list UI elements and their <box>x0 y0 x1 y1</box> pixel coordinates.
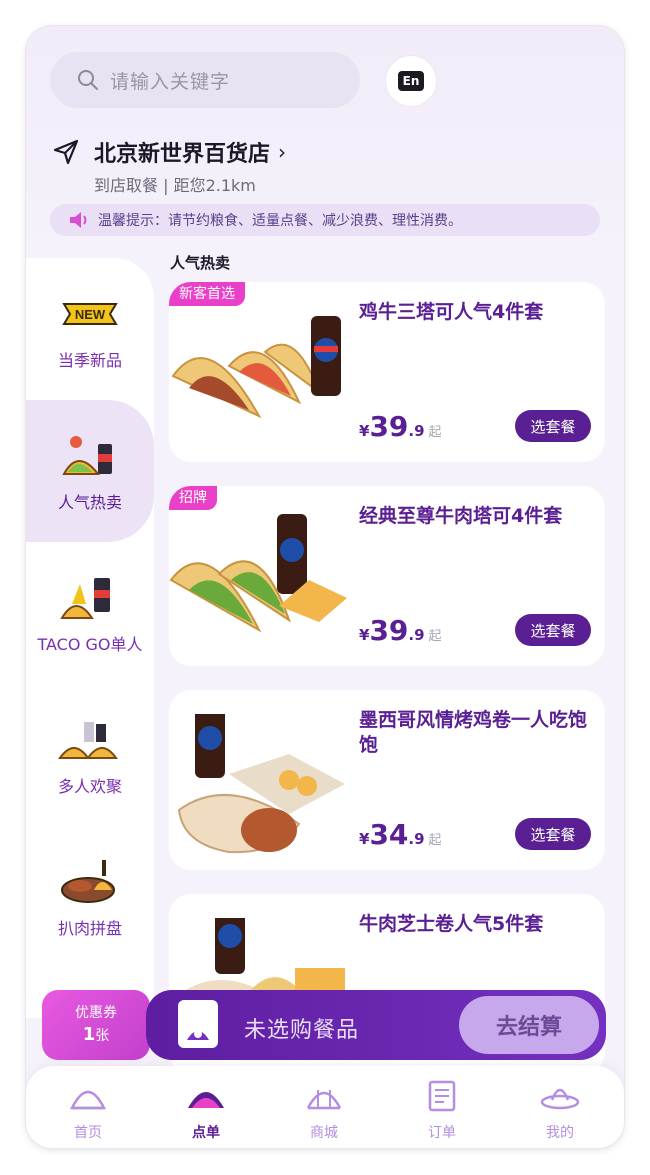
product-card[interactable]: 招牌 经典至尊牛肉塔可4件套 ¥39.9 起 选套餐 <box>169 486 605 666</box>
tab-mall[interactable]: 商城 <box>274 1078 374 1142</box>
grill-plate-icon <box>61 859 115 903</box>
tab-label: 点单 <box>192 1125 220 1141</box>
store-name: 北京新世界百货店 <box>94 142 271 167</box>
checkout-button[interactable]: 去结算 <box>459 996 599 1054</box>
home-taco-icon <box>69 1090 107 1110</box>
bottom-tab-bar: 首页 点单 商城 订单 我的 <box>26 1066 624 1148</box>
tab-orders[interactable]: 订单 <box>392 1078 492 1142</box>
tab-order[interactable]: 点单 <box>156 1078 256 1142</box>
tab-label: 订单 <box>428 1125 456 1141</box>
category-sidebar: NEW 当季新品 人气热卖 TACO GO单人 多人欢聚 扒肉拼盘 <box>26 258 154 1018</box>
group-meal-icon <box>58 721 118 759</box>
sidebar-item-label: 当季新品 <box>57 350 122 370</box>
coupon-button[interactable]: 优惠券 1张 <box>42 990 150 1060</box>
product-tag: 新客首选 <box>169 282 245 306</box>
tab-home[interactable]: 首页 <box>38 1078 138 1142</box>
store-distance: 到店取餐 | 距您2.1km <box>94 176 256 195</box>
product-image <box>169 514 347 633</box>
sombrero-icon <box>540 1088 580 1110</box>
product-title: 经典至尊牛肉塔可4件套 <box>359 505 563 527</box>
new-badge-text: NEW <box>75 307 106 322</box>
store-selector[interactable]: 北京新世界百货店 › <box>52 136 286 168</box>
taco-combo-icon <box>62 435 112 475</box>
tab-label: 首页 <box>74 1125 102 1141</box>
sidebar-item-label: TACO GO单人 <box>37 634 143 654</box>
sidebar-item-popular[interactable]: 人气热卖 <box>26 400 154 542</box>
product-image <box>177 714 345 854</box>
tab-profile[interactable]: 我的 <box>510 1078 610 1142</box>
select-combo-button[interactable]: 选套餐 <box>515 614 591 646</box>
shopping-bag-icon <box>178 1000 218 1048</box>
taco-go-icon <box>60 577 110 619</box>
sidebar-item-new[interactable]: NEW 当季新品 <box>26 258 154 400</box>
product-title: 墨西哥风情烤鸡卷一人吃饱饱 <box>359 709 588 756</box>
chevron-right-icon: › <box>278 140 287 164</box>
tab-label: 我的 <box>546 1125 574 1141</box>
sidebar-item-group[interactable]: 多人欢聚 <box>26 684 154 826</box>
product-price: ¥39.9 起 <box>359 614 442 647</box>
order-taco-icon <box>188 1092 224 1108</box>
cart-status: 未选购餐品 <box>244 1018 360 1043</box>
product-title: 牛肉芝士卷人气5件套 <box>359 913 544 935</box>
select-combo-button[interactable]: 选套餐 <box>515 818 591 850</box>
send-location-icon <box>53 139 79 165</box>
search-placeholder: 请输入关键字 <box>110 70 231 93</box>
product-price: ¥34.9 起 <box>359 818 442 851</box>
section-title: 人气热卖 <box>170 254 231 272</box>
search-icon <box>78 70 98 90</box>
sidebar-item-taco-go[interactable]: TACO GO单人 <box>26 542 154 684</box>
product-title: 鸡牛三塔可人气4件套 <box>359 301 544 323</box>
tab-label: 商城 <box>310 1125 338 1141</box>
sidebar-item-grill[interactable]: 扒肉拼盘 <box>26 826 154 968</box>
sidebar-item-label: 人气热卖 <box>57 492 122 512</box>
app-screen: 请输入关键字 En 北京新世界百货店 › 到店取餐 | 距您2.1km 温馨提示… <box>26 26 624 1148</box>
mall-icon <box>306 1090 342 1110</box>
sidebar-item-label: 多人欢聚 <box>57 776 122 796</box>
select-combo-button[interactable]: 选套餐 <box>515 410 591 442</box>
language-toggle-button[interactable]: En <box>386 56 436 106</box>
speaker-icon <box>70 212 87 228</box>
coupon-label: 优惠券 <box>75 1005 117 1021</box>
notice-bar: 温馨提示：请节约粮食、适量点餐、减少浪费、理性消费。 <box>50 204 600 236</box>
product-card[interactable]: 墨西哥风情烤鸡卷一人吃饱饱 ¥34.9 起 选套餐 <box>169 690 605 870</box>
receipt-icon <box>428 1080 456 1112</box>
product-card[interactable]: 新客首选 鸡牛三塔可人气4件套 ¥39.9 起 选套餐 <box>169 282 605 462</box>
product-image <box>171 316 341 419</box>
coupon-count: 1张 <box>82 1024 110 1045</box>
sidebar-item-label: 扒肉拼盘 <box>57 918 122 938</box>
product-tag: 招牌 <box>169 486 217 510</box>
notice-text: 温馨提示：请节约粮食、适量点餐、减少浪费、理性消费。 <box>98 213 462 229</box>
language-icon: En <box>398 66 429 91</box>
search-bar[interactable]: 请输入关键字 <box>50 52 360 108</box>
product-price: ¥39.9 起 <box>359 410 442 443</box>
new-badge-icon: NEW <box>62 302 118 325</box>
